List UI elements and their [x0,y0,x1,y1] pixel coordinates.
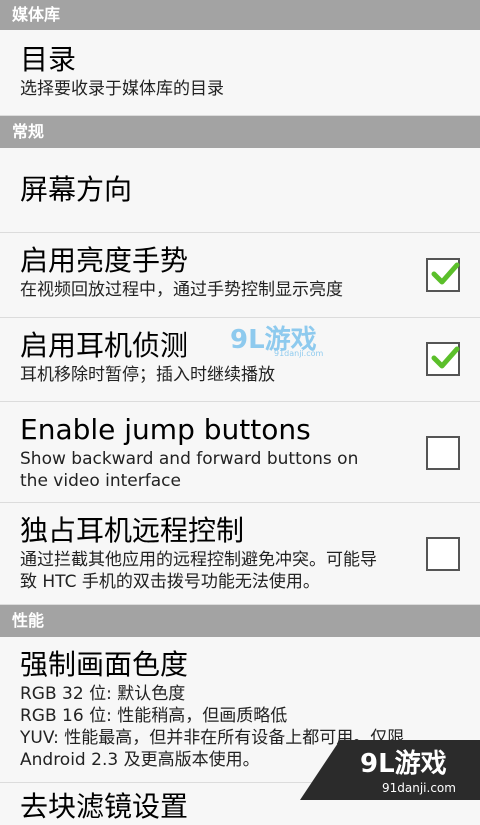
chroma-line-rgb32: RGB 32 位: 默认色度 [20,684,186,704]
setting-brightness-gesture[interactable]: 启用亮度手势 在视频回放过程中，通过手势控制显示亮度 [0,233,480,318]
headset-detection-checkbox[interactable] [426,342,460,376]
section-header-media-library: 媒体库 [0,0,480,30]
setting-jump-buttons[interactable]: Enable jump buttons Show backward and fo… [0,402,480,503]
setting-exclusive-remote-title: 独占耳机远程控制 [20,514,245,547]
section-header-general: 常规 [0,116,480,148]
setting-directory-summary: 选择要收录于媒体库的目录 [20,79,224,99]
setting-exclusive-remote[interactable]: 独占耳机远程控制 通过拦截其他应用的远程控制避免冲突。可能导致 HTC 手机的双… [0,503,480,605]
setting-directory-title: 目录 [20,43,77,76]
setting-exclusive-remote-summary: 通过拦截其他应用的远程控制避免冲突。可能导致 HTC 手机的双击拨号功能无法使用… [20,550,377,592]
setting-brightness-gesture-summary: 在视频回放过程中，通过手势控制显示亮度 [20,280,343,300]
jump-buttons-checkbox[interactable] [426,436,460,470]
section-header-performance: 性能 [0,605,480,637]
setting-headset-detection-summary: 耳机移除时暂停；插入时继续播放 [20,365,275,385]
exclusive-remote-checkbox[interactable] [426,537,460,571]
setting-jump-buttons-summary: Show backward and forward buttons on the… [20,449,359,491]
corner-watermark: 9L游戏 91danji.com [300,740,480,800]
setting-orientation-title: 屏幕方向 [20,173,133,206]
corner-watermark-url: 91danji.com [382,781,456,795]
setting-force-chroma-title: 强制画面色度 [20,648,189,681]
brightness-gesture-checkbox[interactable] [426,258,460,292]
setting-brightness-gesture-title: 启用亮度手势 [20,244,189,277]
setting-orientation[interactable]: 屏幕方向 [0,148,480,233]
chroma-line-rgb16: RGB 16 位: 性能稍高，但画质略低 [20,706,288,726]
watermark-logo: 9L游戏 91danji.com [230,322,330,362]
checkmark-icon [431,262,460,285]
corner-watermark-logo: 9L游戏 [360,749,447,779]
setting-jump-buttons-title: Enable jump buttons [20,413,311,446]
checkmark-icon [431,346,460,369]
watermark-url: 91danji.com [274,349,324,358]
setting-directory[interactable]: 目录 选择要收录于媒体库的目录 [0,30,480,116]
